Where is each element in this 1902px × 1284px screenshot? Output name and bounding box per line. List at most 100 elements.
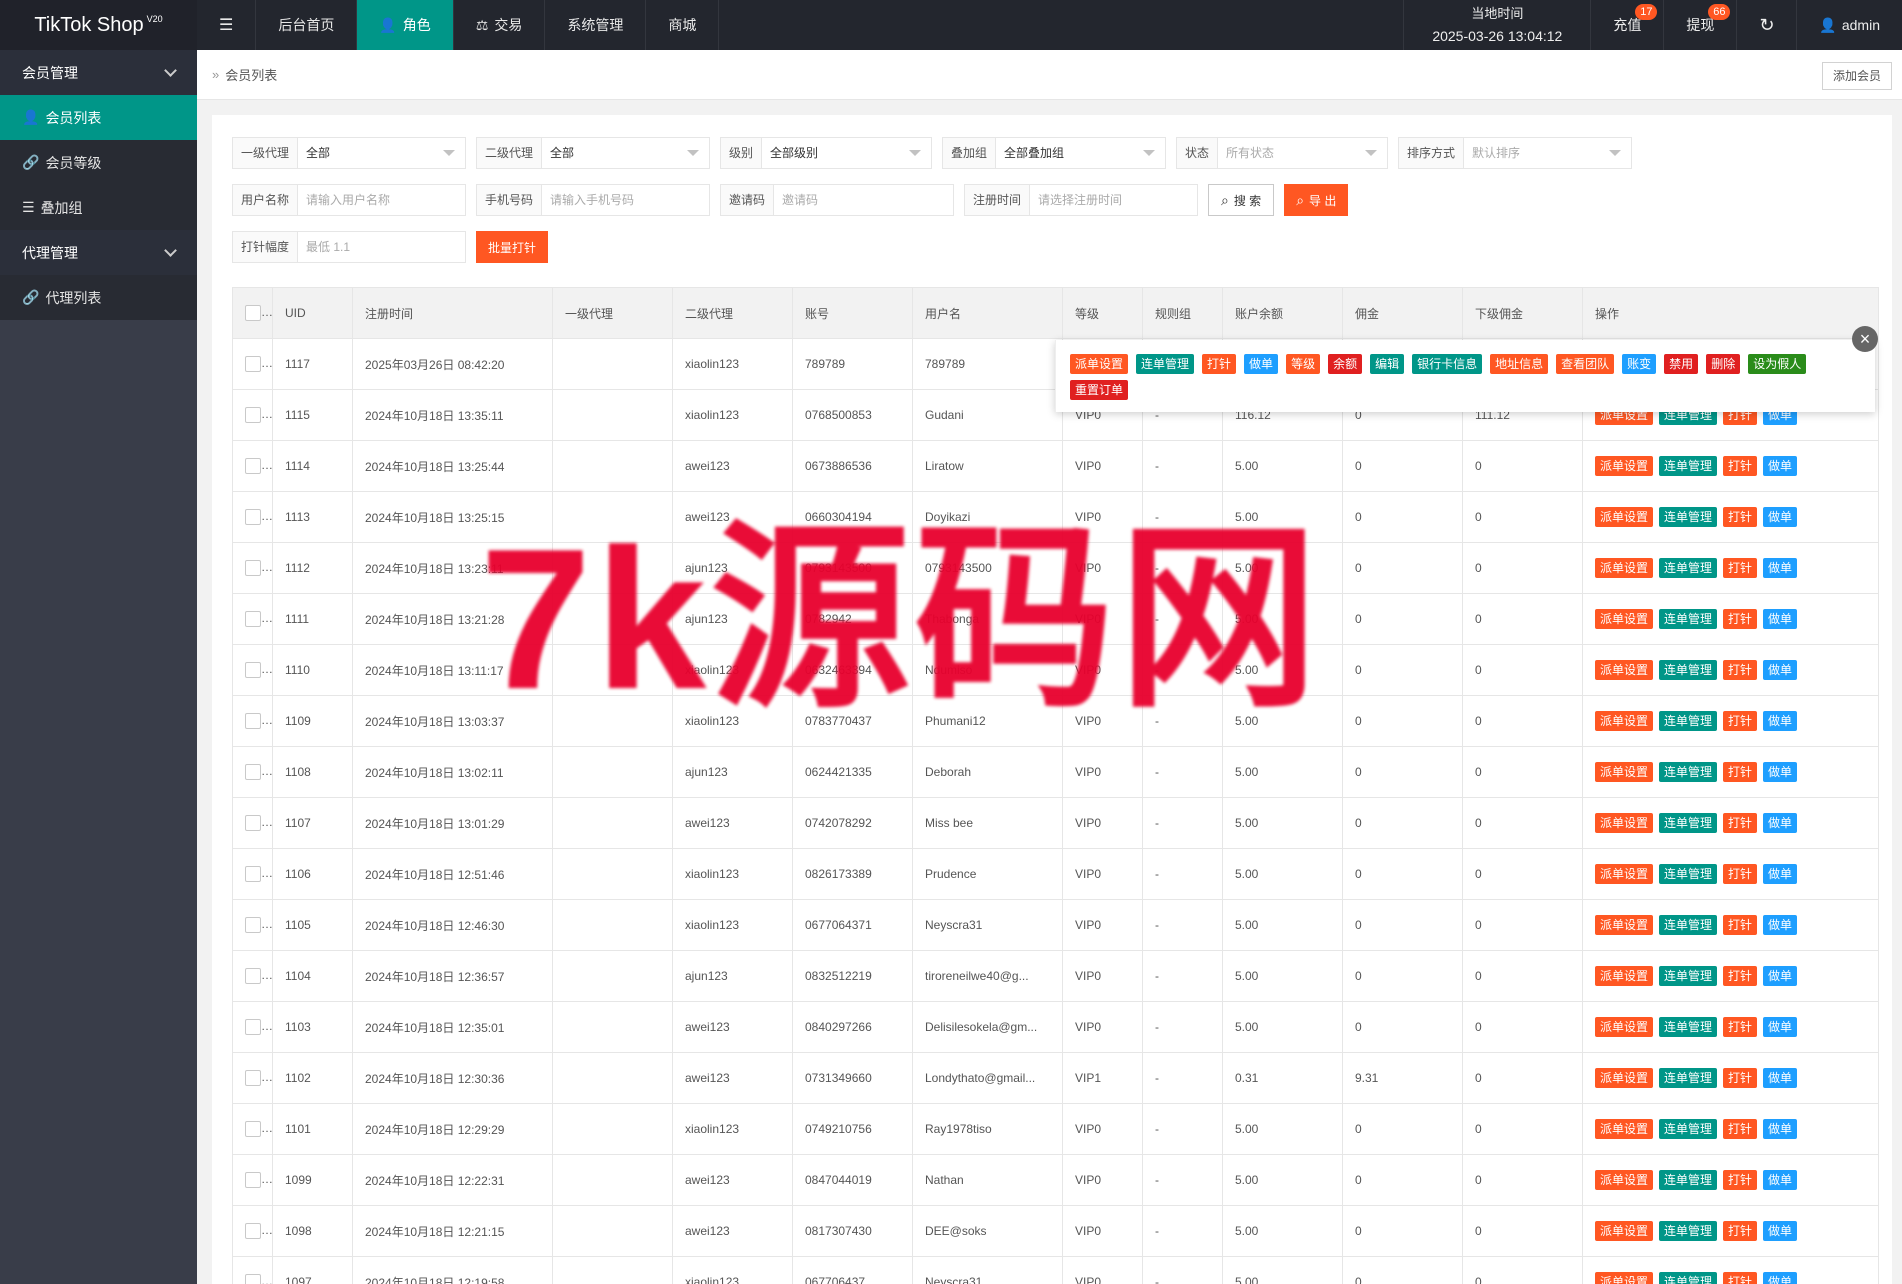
popover-action-button[interactable]: 设为假人 <box>1748 354 1807 374</box>
row-action-button[interactable]: 连单管理 <box>1659 558 1718 578</box>
popover-action-button[interactable]: 派单设置 <box>1070 354 1129 374</box>
row-action-button[interactable]: 打针 <box>1723 456 1758 476</box>
invite-input[interactable] <box>774 185 953 215</box>
sort-select[interactable]: 排序方式 默认排序 <box>1398 137 1632 169</box>
row-action-button[interactable]: 派单设置 <box>1595 660 1654 680</box>
row-action-button[interactable]: 做单 <box>1763 762 1798 782</box>
row-action-button[interactable]: 打针 <box>1723 864 1758 884</box>
row-action-button[interactable]: 打针 <box>1723 1068 1758 1088</box>
row-action-button[interactable]: 派单设置 <box>1595 609 1654 629</box>
row-checkbox[interactable] <box>245 1070 261 1086</box>
row-action-button[interactable]: 打针 <box>1723 660 1758 680</box>
row-checkbox[interactable] <box>245 458 261 474</box>
row-action-button[interactable]: 派单设置 <box>1595 1221 1654 1241</box>
withdraw-button[interactable]: 提现 66 <box>1663 0 1736 50</box>
status-select[interactable]: 状态 所有状态 <box>1176 137 1388 169</box>
logo[interactable]: TikTok Shop V20 <box>0 0 197 50</box>
row-action-button[interactable]: 派单设置 <box>1595 966 1654 986</box>
level-select[interactable]: 级别 全部级别 <box>720 137 932 169</box>
row-action-button[interactable]: 连单管理 <box>1659 1221 1718 1241</box>
row-action-button[interactable]: 派单设置 <box>1595 558 1654 578</box>
row-action-button[interactable]: 派单设置 <box>1595 813 1654 833</box>
row-action-button[interactable]: 打针 <box>1723 507 1758 527</box>
row-checkbox[interactable] <box>245 866 261 882</box>
popover-action-button[interactable]: 重置订单 <box>1070 380 1129 400</box>
row-action-button[interactable]: 打针 <box>1723 813 1758 833</box>
row-action-button[interactable]: 打针 <box>1723 1221 1758 1241</box>
row-action-button[interactable]: 做单 <box>1763 1068 1798 1088</box>
export-button[interactable]: ⌕ 导 出 <box>1284 184 1349 216</box>
row-action-button[interactable]: 做单 <box>1763 558 1798 578</box>
row-action-button[interactable]: 做单 <box>1763 915 1798 935</box>
row-action-button[interactable]: 做单 <box>1763 507 1798 527</box>
sidebar-item-member-level[interactable]: 🔗 会员等级 <box>0 140 197 185</box>
close-icon[interactable]: × <box>1852 326 1878 352</box>
row-action-button[interactable]: 打针 <box>1723 711 1758 731</box>
row-checkbox[interactable] <box>245 1121 261 1137</box>
row-checkbox[interactable] <box>245 815 261 831</box>
row-checkbox[interactable] <box>245 1223 261 1239</box>
row-action-button[interactable]: 派单设置 <box>1595 1119 1654 1139</box>
row-action-button[interactable]: 做单 <box>1763 1119 1798 1139</box>
nav-mall[interactable]: 商城 <box>646 0 720 50</box>
row-action-button[interactable]: 做单 <box>1763 609 1798 629</box>
row-action-button[interactable]: 连单管理 <box>1659 711 1718 731</box>
group-select[interactable]: 叠加组 全部叠加组 <box>942 137 1166 169</box>
nav-system[interactable]: 系统管理 <box>545 0 647 50</box>
popover-action-button[interactable]: 禁用 <box>1664 354 1699 374</box>
popover-action-button[interactable]: 连单管理 <box>1136 354 1195 374</box>
row-action-button[interactable]: 连单管理 <box>1659 456 1718 476</box>
row-action-button[interactable]: 做单 <box>1763 711 1798 731</box>
add-member-button[interactable]: 添加会员 <box>1821 62 1892 90</box>
row-checkbox[interactable] <box>245 917 261 933</box>
row-action-button[interactable]: 连单管理 <box>1659 507 1718 527</box>
agent1-select[interactable]: 一级代理 全部 <box>232 137 466 169</box>
popover-action-button[interactable]: 余额 <box>1328 354 1363 374</box>
row-action-button[interactable]: 打针 <box>1723 1272 1758 1284</box>
row-action-button[interactable]: 做单 <box>1763 1221 1798 1241</box>
row-checkbox[interactable] <box>245 1274 261 1284</box>
nav-trade[interactable]: ⚖ 交易 <box>454 0 546 50</box>
row-action-button[interactable]: 连单管理 <box>1659 1272 1718 1284</box>
row-action-button[interactable]: 做单 <box>1763 660 1798 680</box>
inject-input[interactable] <box>298 232 465 262</box>
row-action-button[interactable]: 做单 <box>1763 1017 1798 1037</box>
sidebar-item-member-list[interactable]: 👤 会员列表 <box>0 95 197 140</box>
row-action-button[interactable]: 连单管理 <box>1659 1017 1718 1037</box>
row-action-button[interactable]: 做单 <box>1763 1170 1798 1190</box>
row-action-button[interactable]: 派单设置 <box>1595 507 1654 527</box>
recharge-button[interactable]: 充值 17 <box>1590 0 1663 50</box>
row-checkbox[interactable] <box>245 662 261 678</box>
sidebar-group-agents[interactable]: 代理管理 <box>0 230 197 275</box>
row-action-button[interactable]: 打针 <box>1723 1170 1758 1190</box>
refresh-icon[interactable]: ↻ <box>1736 0 1796 50</box>
row-action-button[interactable]: 连单管理 <box>1659 1068 1718 1088</box>
row-action-button[interactable]: 派单设置 <box>1595 1170 1654 1190</box>
row-action-button[interactable]: 连单管理 <box>1659 915 1718 935</box>
popover-action-button[interactable]: 银行卡信息 <box>1412 354 1483 374</box>
row-action-button[interactable]: 打针 <box>1723 1119 1758 1139</box>
row-action-button[interactable]: 做单 <box>1763 456 1798 476</box>
row-action-button[interactable]: 派单设置 <box>1595 1272 1654 1284</box>
select-all-checkbox[interactable] <box>245 305 261 321</box>
row-action-button[interactable]: 派单设置 <box>1595 915 1654 935</box>
row-action-button[interactable]: 打针 <box>1723 609 1758 629</box>
regtime-input[interactable] <box>1030 185 1197 215</box>
row-action-button[interactable]: 做单 <box>1763 813 1798 833</box>
nav-home[interactable]: 后台首页 <box>256 0 358 50</box>
search-button[interactable]: ⌕ 搜 索 <box>1208 184 1275 216</box>
sidebar-item-stack-group[interactable]: ☰ 叠加组 <box>0 185 197 230</box>
popover-action-button[interactable]: 做单 <box>1244 354 1279 374</box>
sidebar-group-members[interactable]: 会员管理 <box>0 50 197 95</box>
row-action-button[interactable]: 打针 <box>1723 558 1758 578</box>
row-checkbox[interactable] <box>245 764 261 780</box>
username-input[interactable] <box>298 185 465 215</box>
popover-action-button[interactable]: 打针 <box>1202 354 1237 374</box>
row-action-button[interactable]: 做单 <box>1763 966 1798 986</box>
row-action-button[interactable]: 打针 <box>1723 966 1758 986</box>
row-action-button[interactable]: 打针 <box>1723 1017 1758 1037</box>
row-action-button[interactable]: 打针 <box>1723 762 1758 782</box>
agent2-select[interactable]: 二级代理 全部 <box>476 137 710 169</box>
row-checkbox[interactable] <box>245 968 261 984</box>
row-action-button[interactable]: 派单设置 <box>1595 1017 1654 1037</box>
